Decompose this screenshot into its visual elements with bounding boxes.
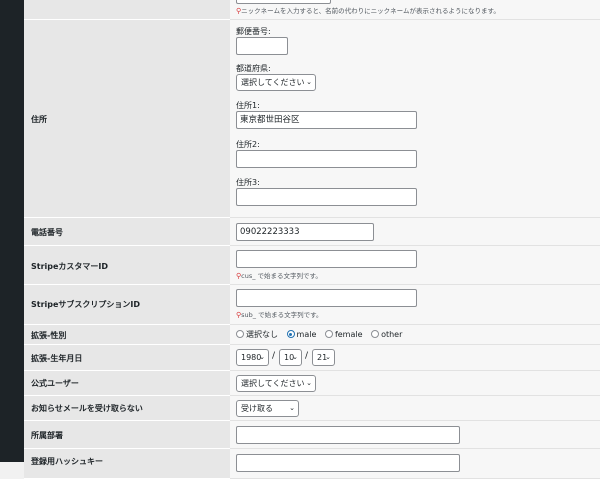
address2-label: 住所2: (236, 140, 260, 149)
birthdate-label: 拡張-生年月日 (31, 354, 83, 363)
gender-option-male[interactable]: male (286, 330, 316, 339)
nickname-input[interactable] (236, 0, 331, 4)
admin-sidebar (0, 0, 24, 462)
prefecture-label: 都道府県: (236, 64, 271, 73)
row-mail-optout-header: お知らせメールを受け取らない (24, 396, 230, 421)
birth-year-select[interactable]: 1980 ⌄ (236, 349, 269, 366)
row-stripe-customer-cell: ⚲cus_ で始まる文字列です。 (230, 246, 600, 285)
row-stripe-subscription-header: StripeサブスクリプションID (24, 285, 230, 325)
date-separator: / (305, 351, 309, 361)
postal-code-input[interactable] (236, 37, 288, 55)
row-official-user-cell: 選択してください ⌄ (230, 371, 600, 396)
address3-label: 住所3: (236, 178, 260, 187)
row-gender-cell: 選択なし male female other (230, 325, 600, 345)
row-password-hash-cell (230, 449, 600, 479)
radio-icon (236, 330, 244, 338)
row-phone-cell: 09022223333 (230, 218, 600, 246)
phone-label: 電話番号 (31, 228, 63, 237)
chevron-down-icon: ⌄ (306, 78, 312, 86)
row-official-user: 公式ユーザー 選択してください ⌄ (24, 371, 600, 396)
row-department-header: 所属部署 (24, 421, 230, 449)
address3-input[interactable] (236, 188, 417, 206)
date-separator: / (272, 351, 276, 361)
phone-input[interactable]: 09022223333 (236, 223, 374, 241)
stripe-customer-label: StripeカスタマーID (31, 262, 109, 271)
stripe-customer-input[interactable] (236, 250, 417, 268)
official-user-select[interactable]: 選択してください ⌄ (236, 375, 316, 392)
chevron-down-icon: ⌄ (292, 353, 298, 361)
row-nickname: ⚲ニックネームを入力すると、名前の代わりにニックネームが表示されるようになります… (24, 0, 600, 20)
address2-input[interactable] (236, 150, 417, 168)
row-phone-header: 電話番号 (24, 218, 230, 246)
chevron-down-icon: ⌄ (289, 404, 295, 412)
row-phone: 電話番号 09022223333 (24, 218, 600, 246)
row-stripe-customer: StripeカスタマーID ⚲cus_ で始まる文字列です。 (24, 246, 600, 285)
row-address-cell: 郵便番号: 都道府県: 選択してください ⌄ 住所1: 東京都世田谷区 住所2: … (230, 20, 600, 218)
row-nickname-header (24, 0, 230, 20)
chevron-down-icon: ⌄ (325, 353, 331, 361)
stripe-subscription-hint: ⚲sub_ で始まる文字列です。 (236, 311, 323, 319)
birth-month-select[interactable]: 10 ⌄ (279, 349, 302, 366)
row-password-hash-header: 登録用ハッシュキー (24, 449, 230, 479)
stripe-subscription-label: StripeサブスクリプションID (31, 300, 141, 309)
gender-label: 拡張-性別 (31, 331, 67, 340)
row-gender-header: 拡張-性別 (24, 325, 230, 345)
row-stripe-subscription: StripeサブスクリプションID ⚲sub_ で始まる文字列です。 (24, 285, 600, 325)
mail-optout-label: お知らせメールを受け取らない (31, 404, 143, 413)
radio-icon (324, 330, 333, 338)
row-birthdate-cell: 1980 ⌄ / 10 ⌄ / 21 ⌄ (230, 345, 600, 371)
department-input[interactable] (236, 426, 460, 444)
birth-day-select[interactable]: 21 ⌄ (312, 349, 335, 366)
nickname-hint: ⚲ニックネームを入力すると、名前の代わりにニックネームが表示されるようになります… (236, 7, 500, 15)
profile-form-table: ⚲ニックネームを入力すると、名前の代わりにニックネームが表示されるようになります… (24, 0, 600, 479)
chevron-down-icon: ⌄ (306, 379, 312, 387)
row-department: 所属部署 (24, 421, 600, 449)
row-address: 住所 郵便番号: 都道府県: 選択してください ⌄ 住所1: 東京都世田谷区 住所… (24, 20, 600, 218)
gender-option-female[interactable]: female (324, 330, 363, 339)
row-stripe-subscription-cell: ⚲sub_ で始まる文字列です。 (230, 285, 600, 325)
row-stripe-customer-header: StripeカスタマーID (24, 246, 230, 285)
row-mail-optout-cell: 受け取る ⌄ (230, 396, 600, 421)
address-label: 住所 (31, 115, 47, 124)
row-birthdate: 拡張-生年月日 1980 ⌄ / 10 ⌄ / 21 ⌄ (24, 345, 600, 371)
gender-option-other[interactable]: other (371, 330, 402, 339)
password-hash-input[interactable] (236, 454, 460, 472)
mail-optout-select[interactable]: 受け取る ⌄ (236, 400, 299, 417)
address1-input[interactable]: 東京都世田谷区 (236, 111, 417, 129)
radio-checked-icon (286, 330, 295, 338)
stripe-customer-hint: ⚲cus_ で始まる文字列です。 (236, 272, 322, 280)
department-label: 所属部署 (31, 431, 63, 440)
radio-icon (371, 330, 380, 338)
gender-radio-group: 選択なし male female other (236, 329, 408, 340)
row-birthdate-header: 拡張-生年月日 (24, 345, 230, 371)
row-official-user-header: 公式ユーザー (24, 371, 230, 396)
row-address-header: 住所 (24, 20, 230, 218)
row-mail-optout: お知らせメールを受け取らない 受け取る ⌄ (24, 396, 600, 421)
address1-label: 住所1: (236, 101, 260, 110)
row-password-hash: 登録用ハッシュキー (24, 449, 600, 479)
gender-option-none[interactable]: 選択なし (236, 329, 278, 340)
postal-code-label: 郵便番号: (236, 27, 271, 36)
row-department-cell (230, 421, 600, 449)
stripe-subscription-input[interactable] (236, 289, 417, 307)
prefecture-select[interactable]: 選択してください ⌄ (236, 74, 316, 91)
chevron-down-icon: ⌄ (259, 353, 265, 361)
row-gender: 拡張-性別 選択なし male female other (24, 325, 600, 345)
official-user-label: 公式ユーザー (31, 379, 79, 388)
row-nickname-cell: ⚲ニックネームを入力すると、名前の代わりにニックネームが表示されるようになります… (230, 0, 600, 20)
